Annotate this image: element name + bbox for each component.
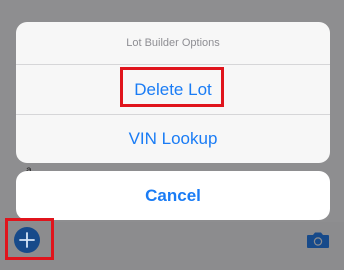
camera-icon[interactable] <box>306 231 330 249</box>
cancel-button[interactable]: Cancel <box>16 171 330 220</box>
action-sheet: Lot Builder Options Delete Lot VIN Looku… <box>16 22 330 163</box>
delete-lot-button[interactable]: Delete Lot <box>16 65 330 114</box>
action-sheet-title: Lot Builder Options <box>126 37 220 49</box>
add-button-highlight <box>5 218 54 260</box>
vin-lookup-button[interactable]: VIN Lookup <box>16 115 330 163</box>
